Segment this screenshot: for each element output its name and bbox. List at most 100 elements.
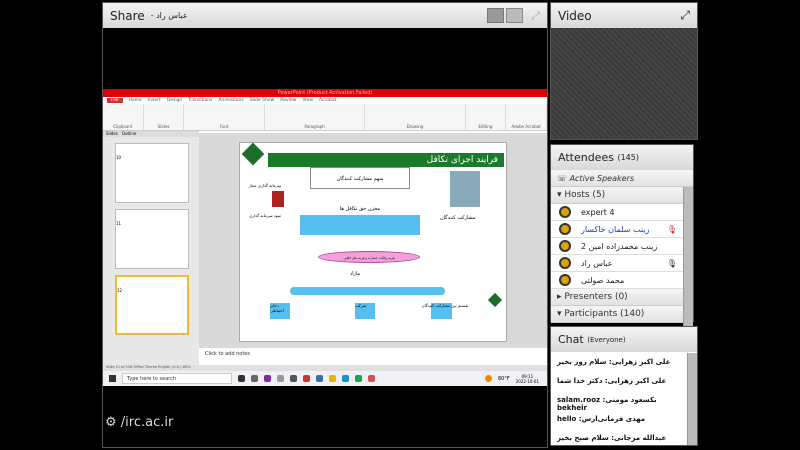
- chat-message: بکسعود مومنی: salam.rooz bekheir: [557, 396, 657, 412]
- chat-message: عبدالله مرجانی: سلام صبح بخیر: [557, 434, 667, 442]
- chat-message: مهدی فرمانی‌ارس: hello: [557, 415, 646, 423]
- list-item[interactable]: expert 4: [551, 204, 683, 221]
- cortana-icon[interactable]: [238, 375, 245, 382]
- attendees-pod: Attendees (145) ☏ Active Speakers ▾ Host…: [550, 144, 694, 327]
- slide-thumb-selected[interactable]: 12: [115, 275, 189, 335]
- slide-thumb[interactable]: 11: [115, 209, 189, 269]
- user-icon: [559, 274, 571, 286]
- list-item[interactable]: زینب سلمان خاکسار 🎙: [551, 221, 683, 238]
- pool-label: مخزن حق تکافل ها: [339, 206, 381, 212]
- fullscreen-icon[interactable]: ⤢: [680, 8, 690, 23]
- bucket-company: شرکت: [355, 303, 375, 319]
- user-icon: [559, 257, 571, 269]
- bucket-participants: تقسیم بین مشارکت کنندگان: [410, 303, 480, 319]
- edge-icon[interactable]: [342, 375, 349, 382]
- mic-muted-icon: 🎙: [666, 224, 677, 234]
- people-icon: [450, 171, 480, 207]
- list-item[interactable]: عباس راد 🎙: [551, 255, 683, 272]
- app-icon[interactable]: [303, 375, 310, 382]
- surplus-label: مازاد: [350, 271, 361, 277]
- chat-message: علی اکبر زهرایی: دکتر خدا شما: [557, 377, 667, 385]
- tab-animations[interactable]: Animations: [218, 98, 243, 103]
- phone-icon: ☏: [557, 173, 568, 183]
- camera-icon[interactable]: [290, 375, 297, 382]
- profit-label: سود سرمایه گذاری: [248, 213, 282, 218]
- tab-design[interactable]: Design: [167, 98, 183, 103]
- share-box: سهم مشارکت کنندگان: [310, 167, 410, 189]
- investment-label: سرمایه گذاری مجاز: [248, 183, 282, 188]
- layout-icon[interactable]: [487, 8, 505, 23]
- task-view-icon[interactable]: [251, 375, 258, 382]
- cost-ellipse: هزینه وکالت، خسارت و هزینه های اتکایی: [318, 251, 420, 263]
- tab-acrobat[interactable]: Acrobat: [319, 98, 336, 103]
- scrollbar[interactable]: [683, 187, 693, 327]
- slide: فرایند اجرای تکافل سهم مشارکت کنندگان مخ…: [239, 142, 507, 342]
- video-area: [551, 28, 697, 139]
- group-font: Font: [184, 104, 265, 130]
- slide-editor: فرایند اجرای تکافل سهم مشارکت کنندگان مخ…: [199, 133, 547, 348]
- ribbon-tabs: File Home Insert Design Transitions Anim…: [103, 97, 547, 104]
- app-icon[interactable]: [277, 375, 284, 382]
- user-icon: [559, 240, 571, 252]
- video-title: Video: [558, 8, 592, 23]
- distribution-pipe: [290, 287, 445, 295]
- layout-alt-icon[interactable]: [506, 8, 524, 23]
- logo-icon: ⚙: [105, 415, 117, 430]
- group-paragraph: Paragraph: [265, 104, 366, 130]
- participants-group[interactable]: ▾ Participants (140): [551, 306, 683, 323]
- chat-message: علی اکبر زهرایی: سلام روز بخیر: [557, 358, 671, 366]
- taskbar-search[interactable]: Type here to search: [122, 373, 232, 384]
- app-icon[interactable]: [316, 375, 323, 382]
- list-item[interactable]: محمد صولتی: [551, 272, 683, 289]
- video-pod: Video ⤢: [550, 2, 698, 140]
- attendees-title: Attendees: [558, 151, 614, 164]
- tab-transitions[interactable]: Transitions: [188, 98, 212, 103]
- tab-review[interactable]: Review: [280, 98, 296, 103]
- onenote-icon[interactable]: [264, 375, 271, 382]
- explorer-icon[interactable]: [329, 375, 336, 382]
- chat-title: Chat: [558, 333, 584, 346]
- tab-home[interactable]: Home: [129, 98, 142, 103]
- fullscreen-icon[interactable]: ⤢: [531, 9, 540, 23]
- presenter-name: - عباس راد: [150, 11, 188, 20]
- group-slides: Slides: [144, 104, 185, 130]
- list-item[interactable]: زینب محمدزاده امین 2: [551, 238, 683, 255]
- app-icon[interactable]: [355, 375, 362, 382]
- shared-screen: PowerPoint (Product Activation Failed) F…: [103, 89, 548, 386]
- notes-field[interactable]: Click to add notes: [199, 348, 547, 365]
- user-icon: [559, 206, 571, 218]
- group-editing: Editing: [466, 104, 507, 130]
- pool-water: [300, 215, 420, 235]
- investment-icon: [272, 191, 284, 207]
- chat-scope: (Everyone): [587, 335, 626, 344]
- attendee-count: (145): [617, 153, 639, 162]
- tab-slideshow[interactable]: Slide Show: [250, 98, 275, 103]
- temperature: 80°F: [498, 375, 510, 382]
- share-title: Share: [110, 8, 145, 23]
- share-pod: Share - عباس راد ⤢ PowerPoint (Product A…: [102, 2, 548, 448]
- share-header: Share - عباس راد ⤢: [103, 3, 547, 28]
- tab-insert[interactable]: Insert: [148, 98, 161, 103]
- powerpoint-icon[interactable]: [368, 375, 375, 382]
- active-speakers[interactable]: Active Speakers: [570, 174, 634, 183]
- tab-file[interactable]: File: [107, 98, 123, 103]
- chat-pod: Chat (Everyone) علی اکبر زهرایی: سلام رو…: [550, 326, 698, 446]
- slide-thumbnails: 10 11 12: [103, 137, 199, 369]
- group-acrobat: Adobe Acrobat: [506, 104, 548, 130]
- slide-thumb[interactable]: 10: [115, 143, 189, 203]
- user-icon: [559, 223, 571, 235]
- window-title: PowerPoint (Product Activation Failed): [103, 89, 547, 97]
- weather-icon: [485, 375, 492, 382]
- group-clipboard: Clipboard: [103, 104, 144, 130]
- windows-start-icon[interactable]: [109, 375, 116, 382]
- participants-label: مشارکت کنندگان: [440, 215, 476, 221]
- presenters-group[interactable]: ▸ Presenters (0): [551, 289, 683, 306]
- logo-icon: [241, 142, 265, 166]
- scrollbar[interactable]: [687, 353, 697, 445]
- tab-view[interactable]: View: [302, 98, 313, 103]
- taskbar: Type here to search 80°F 09:11 2022-10-01: [103, 371, 547, 386]
- watermark: ⚙ /irc.ac.ir: [105, 415, 174, 430]
- hosts-group[interactable]: ▾ Hosts (5): [551, 187, 683, 204]
- slide-title: فرایند اجرای تکافل: [268, 153, 504, 167]
- ribbon: Clipboard Slides Font Paragraph Drawing …: [103, 104, 548, 131]
